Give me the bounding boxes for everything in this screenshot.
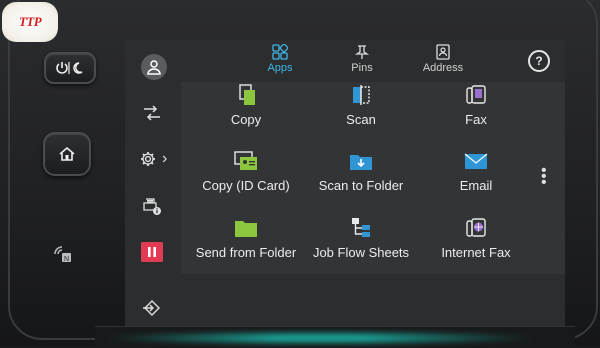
printer-info-button[interactable] [140,196,164,218]
email-icon [464,153,488,169]
sign-in-icon [143,300,160,316]
app-copy-id-card[interactable]: Copy (ID Card) [181,150,311,193]
app-scan[interactable]: Scan [296,84,426,127]
tab-pins-label: Pins [351,62,373,74]
more-vertical-icon[interactable]: • • • [541,163,547,191]
app-label: Fax [465,112,487,127]
app-label: Scan [346,112,376,127]
app-scan-to-folder[interactable]: Scan to Folder [296,150,426,193]
fax-icon [466,85,486,104]
app-fax[interactable]: Fax [411,84,541,127]
nfc-icon: N [54,246,71,263]
app-send-from-folder[interactable]: Send from Folder [181,217,311,260]
app-label: Email [459,178,493,193]
tab-pins[interactable]: Pins [332,44,392,74]
address-book-icon [436,44,450,60]
app-job-flow-sheets[interactable]: Job Flow Sheets [296,217,426,260]
sign-in-button[interactable] [140,297,164,319]
svg-text:N: N [64,256,69,263]
job-status-button[interactable] [140,102,164,124]
side-panel [125,40,181,330]
chevron-right-icon: › [162,150,168,167]
copy-icon [239,84,255,105]
app-internet-fax[interactable]: Internet Fax [411,217,541,260]
user-icon [147,60,161,75]
help-icon: ? [535,54,543,68]
help-button[interactable]: ? [528,50,550,72]
internet-fax-icon [466,218,486,237]
apps-grid-icon [272,44,288,60]
job-flow-icon [352,218,370,237]
app-label: Copy (ID Card) [202,178,290,193]
app-email[interactable]: Email [411,150,541,193]
tab-apps[interactable]: Apps [250,44,310,74]
app-label: Internet Fax [441,245,511,260]
folder-icon [235,221,257,237]
scan-icon [353,85,370,105]
tab-address[interactable]: Address [413,44,473,74]
home-button[interactable] [43,132,91,176]
pin-icon [354,45,370,59]
status-light-bar [100,333,540,343]
app-label: Job Flow Sheets [312,245,410,260]
stop-icon [148,247,156,257]
app-copy[interactable]: Copy [181,84,311,127]
nfc-reader: N [52,244,74,264]
home-icon [59,146,75,161]
tab-address-label: Address [422,62,464,74]
app-label: Scan to Folder [318,178,404,193]
user-button[interactable] [141,54,167,80]
id-card-icon [234,151,257,170]
app-label: Send from Folder [195,245,297,260]
stop-button[interactable] [141,242,163,262]
app-label: Copy [230,112,262,127]
brand-logo: TTP [2,2,58,42]
settings-icon [141,152,155,166]
power-sleep-icon [56,62,83,74]
settings-button[interactable]: › [140,148,178,170]
power-button[interactable] [44,52,96,84]
job-status-icon [144,105,160,121]
printer-info-icon [143,198,161,215]
scan-to-folder-icon [350,155,372,170]
tab-apps-label: Apps [267,62,293,74]
